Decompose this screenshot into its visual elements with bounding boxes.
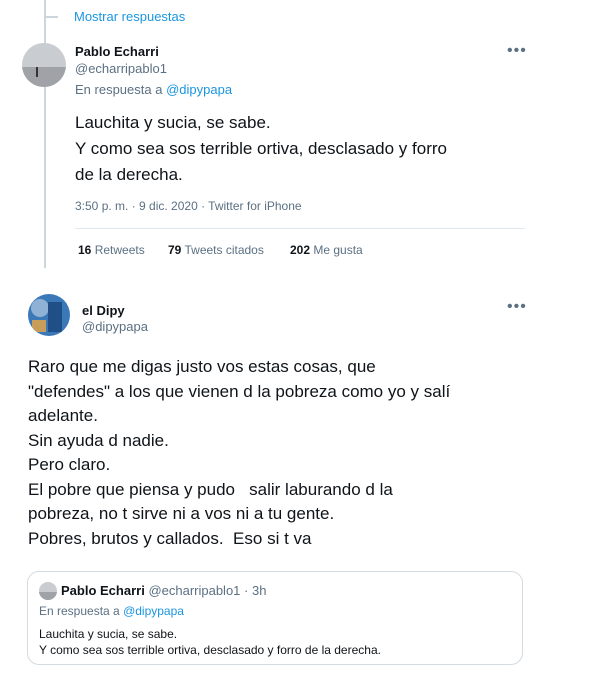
quoted-handle-time: @echarripablo1 · 3h	[148, 583, 267, 598]
tweet-line: Sin ayuda d nadie.	[28, 430, 169, 450]
tweet-line: Y como sea sos terrible ortiva, desclasa…	[75, 139, 447, 158]
likes-stat[interactable]: 202 Me gusta	[290, 243, 363, 257]
quotes-count: 79	[168, 243, 182, 257]
thread-branch	[44, 16, 58, 18]
quotes-label: Tweets citados	[184, 243, 264, 257]
avatar-image	[22, 43, 66, 87]
author-handle[interactable]: @echarripablo1	[75, 61, 167, 76]
tweet-text: Raro que me digas justo vos estas cosas,…	[28, 355, 450, 551]
tweet-line: Pobres, brutos y callados. Eso si t va	[28, 528, 312, 548]
reply-prefix: En respuesta a	[39, 604, 120, 618]
likes-label: Me gusta	[313, 243, 363, 257]
tweet-line: pobreza, no t sirve ni a vos ni a tu gen…	[28, 504, 335, 523]
tweet-line: adelante.	[28, 406, 98, 425]
tweet-line: Lauchita y sucia, se sabe.	[75, 113, 271, 132]
avatar	[39, 582, 57, 600]
author-name[interactable]: Pablo Echarri	[75, 44, 159, 59]
tweet-meta[interactable]: 3:50 p. m. · 9 dic. 2020 · Twitter for i…	[75, 199, 302, 213]
more-options-icon[interactable]: •••	[507, 43, 527, 59]
reply-context: En respuesta a @dipypapa	[75, 82, 232, 97]
divider	[75, 228, 525, 229]
tweet-line: de la derecha.	[75, 165, 183, 184]
avatar-image	[28, 294, 70, 336]
author-name[interactable]: el Dipy	[82, 303, 125, 318]
tweet-text: Lauchita y sucia, se sabe. Y como sea so…	[75, 110, 447, 188]
author-handle[interactable]: @dipypapa	[82, 319, 148, 334]
retweets-count: 16	[78, 243, 92, 257]
reply-to-link: @dipypapa	[123, 604, 184, 618]
quoted-header: Pablo Echarri @echarripablo1 · 3h	[61, 583, 266, 598]
quoted-reply-context: En respuesta a @dipypapa	[39, 604, 184, 618]
tweet-line: Pero claro.	[28, 455, 111, 474]
quoted-author-name: Pablo Echarri	[61, 583, 145, 598]
quoted-line: Y como sea sos terrible ortiva, desclasa…	[39, 643, 381, 657]
likes-count: 202	[290, 243, 311, 257]
reply-to-link[interactable]: @dipypapa	[166, 82, 232, 97]
quoted-line: Lauchita y sucia, se sabe.	[39, 627, 178, 641]
reply-prefix: En respuesta a	[75, 82, 163, 97]
quoted-tweet-card[interactable]: Pablo Echarri @echarripablo1 · 3h En res…	[27, 571, 523, 665]
thread-line	[44, 0, 46, 268]
avatar-image	[39, 582, 57, 600]
retweets-label: Retweets	[94, 243, 145, 257]
avatar[interactable]	[22, 43, 66, 87]
quotes-stat[interactable]: 79 Tweets citados	[168, 243, 264, 257]
more-options-icon[interactable]: •••	[507, 299, 527, 315]
tweet-line: Raro que me digas justo vos estas cosas,…	[28, 357, 376, 376]
retweets-stat[interactable]: 16 Retweets	[78, 243, 145, 257]
tweet-line: "defendes" a los que vienen d la pobreza…	[28, 381, 451, 401]
show-replies-link[interactable]: Mostrar respuestas	[74, 9, 185, 24]
tweet-line: El pobre que piensa y pudo salir laburan…	[28, 479, 393, 499]
avatar[interactable]	[28, 294, 70, 336]
quoted-text: Lauchita y sucia, se sabe. Y como sea so…	[39, 626, 381, 658]
